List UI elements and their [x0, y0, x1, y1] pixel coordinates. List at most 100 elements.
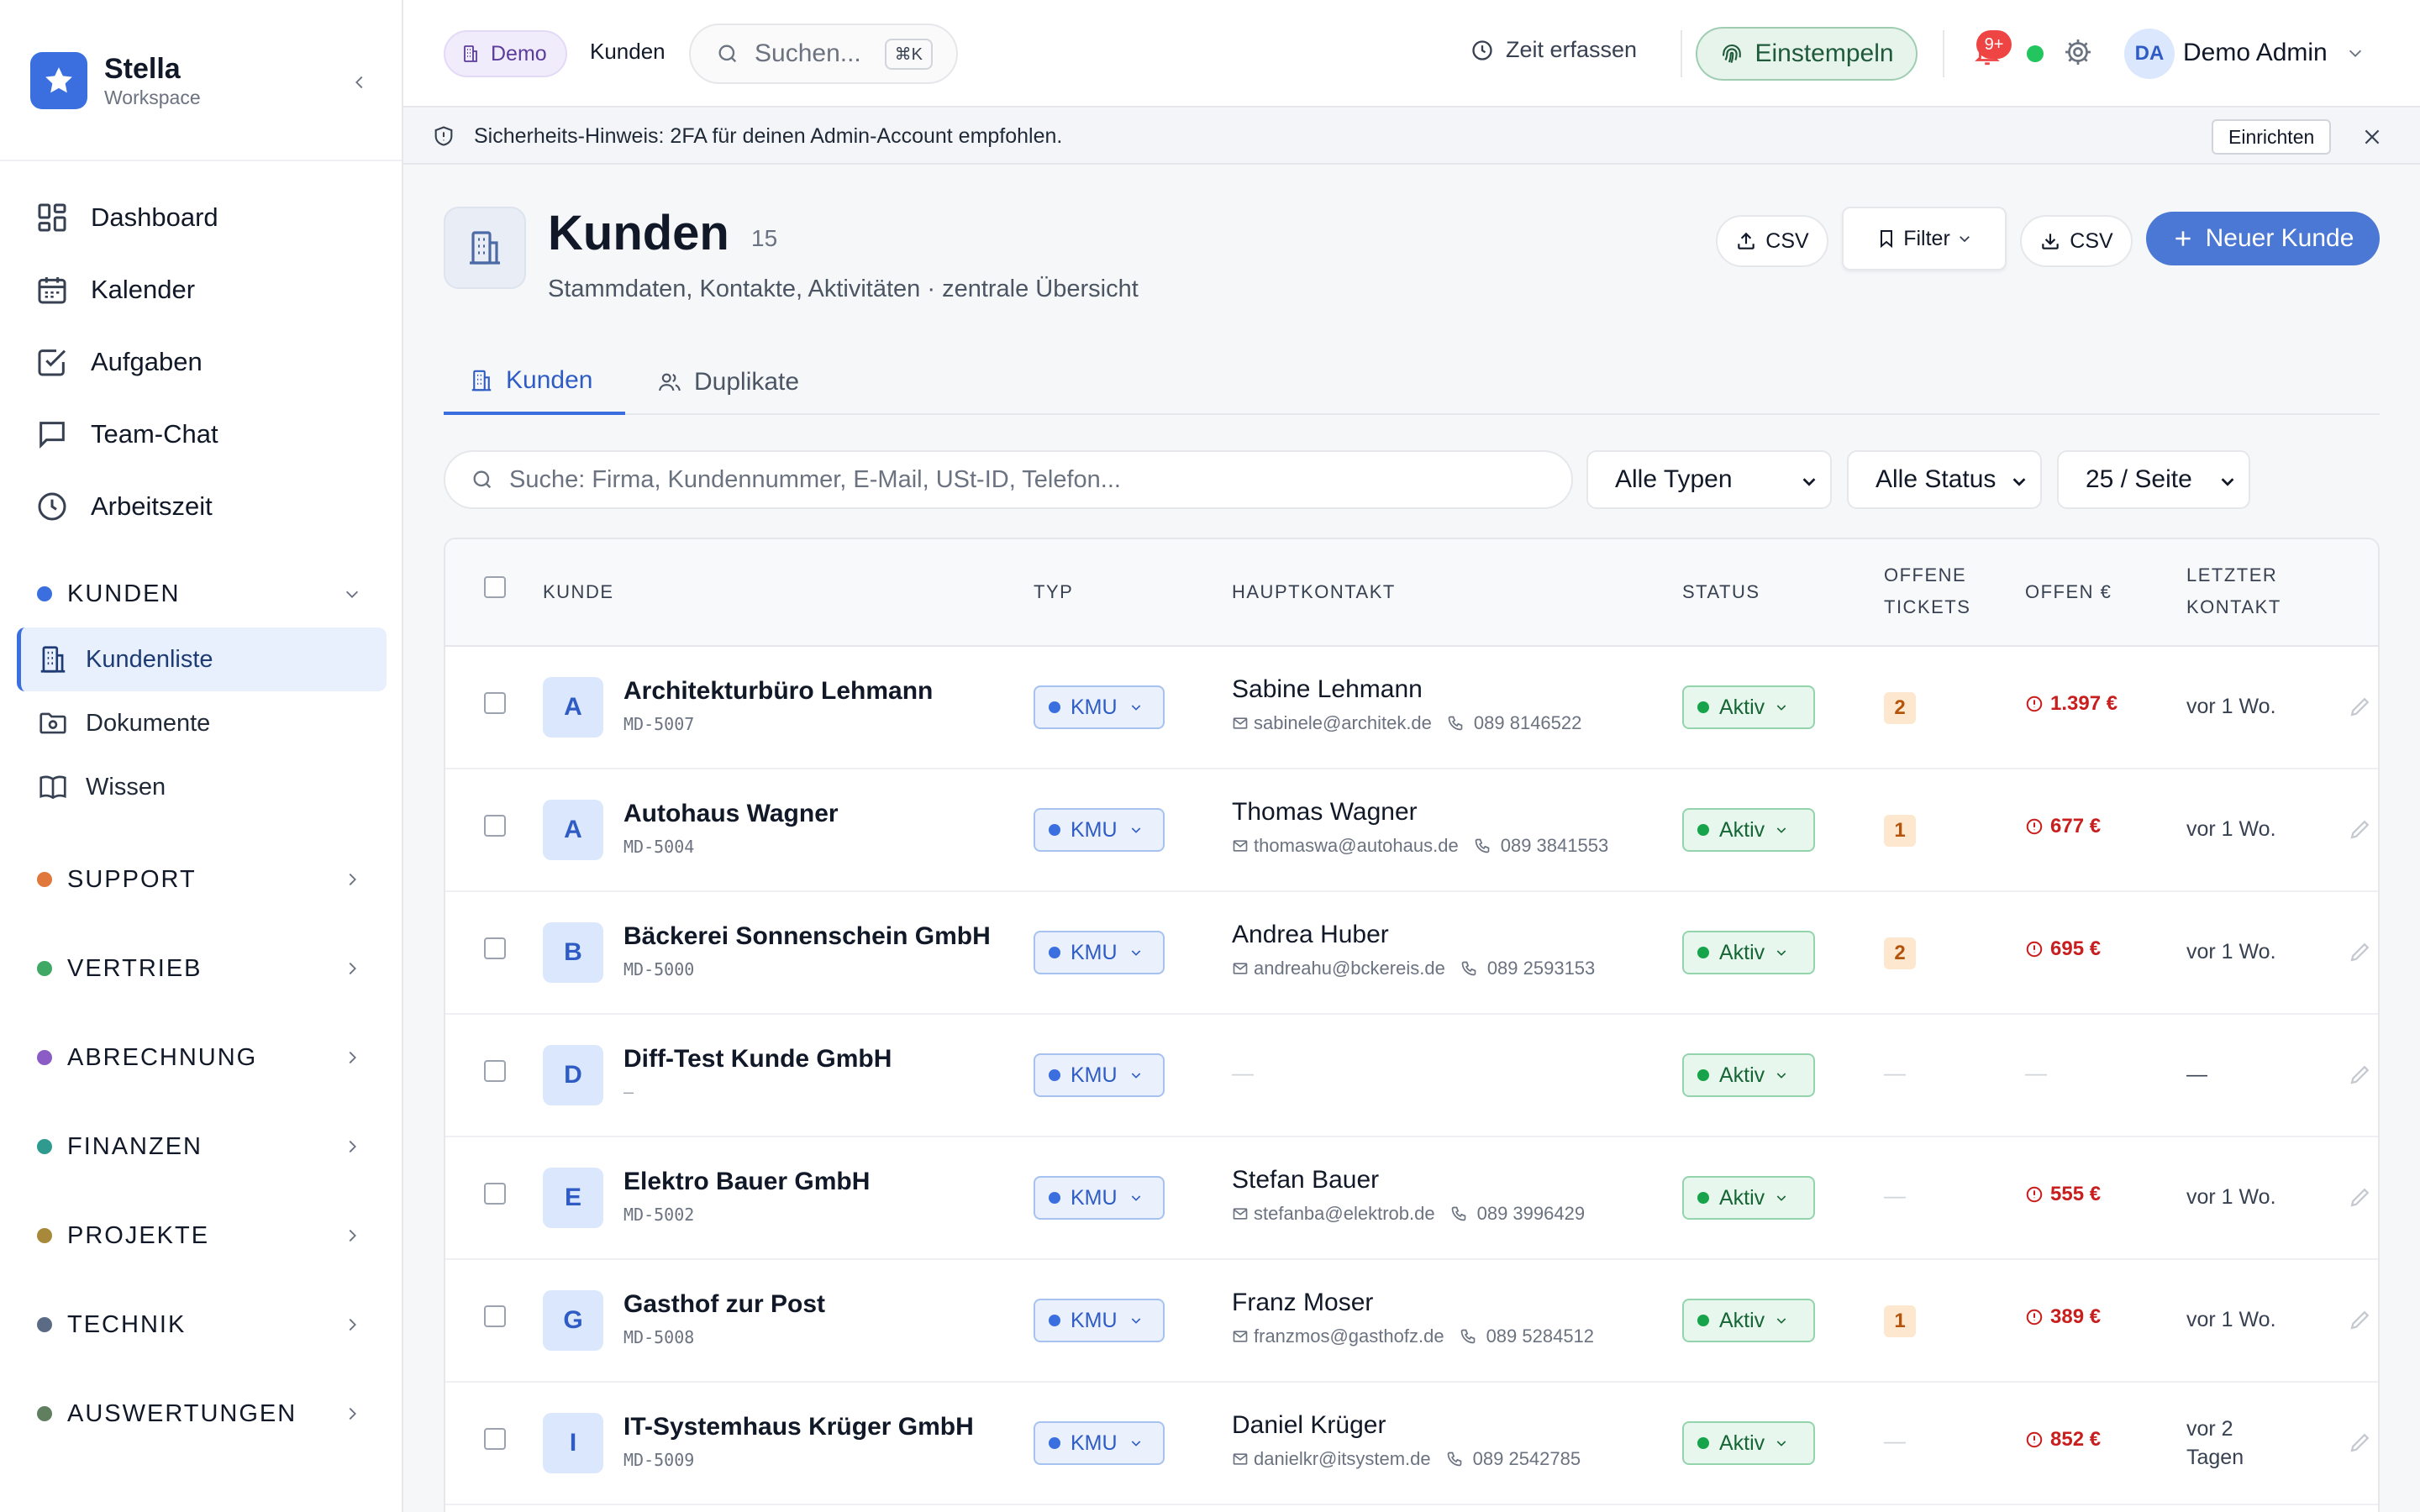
nav-group-header-finanzen[interactable]: FINANZEN	[17, 1121, 387, 1172]
new-customer-button[interactable]: Neuer Kunde	[2146, 212, 2380, 265]
demo-badge[interactable]: Demo	[444, 30, 567, 77]
contact-phone[interactable]: 089 3841553	[1501, 835, 1608, 857]
column-header-typ[interactable]: TYP	[1034, 576, 1073, 608]
contact-email[interactable]: thomaswa@autohaus.de	[1254, 835, 1459, 857]
nav-item-arbeitszeit[interactable]: Arbeitszeit	[17, 470, 387, 543]
contact-phone[interactable]: 089 2542785	[1473, 1448, 1581, 1470]
tab-kunden[interactable]: Kunden	[444, 349, 625, 415]
pencil-icon[interactable]	[2348, 816, 2373, 842]
einstempeln-button[interactable]: Einstempeln	[1696, 27, 1918, 81]
status-dropdown[interactable]: Aktiv	[1682, 808, 1815, 852]
contact-email[interactable]: franzmos@gasthofz.de	[1254, 1326, 1444, 1347]
user-name[interactable]: Demo Admin	[2183, 39, 2328, 67]
contact-phone[interactable]: 089 5284512	[1486, 1326, 1594, 1347]
table-row[interactable]: I IT-Systemhaus Krüger GmbH MD-5009 KMU …	[445, 1383, 2378, 1505]
column-header-status[interactable]: STATUS	[1682, 576, 1760, 608]
gear-icon[interactable]	[2063, 37, 2093, 67]
column-header-letzter-kontakt[interactable]: LETZTER KONTAKT	[2186, 559, 2281, 623]
column-header-kunde[interactable]: KUNDE	[543, 576, 614, 608]
status-dropdown[interactable]: Aktiv	[1682, 1421, 1815, 1465]
select-all-checkbox[interactable]	[484, 576, 506, 598]
sidebar-item-kundenliste[interactable]: Kundenliste	[17, 627, 387, 691]
breadcrumb[interactable]: Kunden	[590, 39, 666, 65]
nav-group-header-abrechnung[interactable]: ABRECHNUNG	[17, 1032, 387, 1083]
pencil-icon[interactable]	[2348, 1062, 2373, 1087]
status-dropdown[interactable]: Aktiv	[1682, 1299, 1815, 1342]
row-checkbox[interactable]	[484, 815, 506, 837]
status-filter-select[interactable]: Alle Status	[1847, 450, 2042, 509]
nav-group-header-technik[interactable]: TECHNIK	[17, 1299, 387, 1350]
contact-email[interactable]: andreahu@bckereis.de	[1254, 958, 1445, 979]
table-row[interactable]: E Elektro Bauer GmbH MD-5002 KMU Stefan …	[445, 1137, 2378, 1260]
filter-button[interactable]: Filter	[1842, 207, 2007, 270]
customer-name[interactable]: Autohaus Wagner	[623, 800, 839, 828]
type-dropdown[interactable]: KMU	[1034, 1176, 1165, 1220]
table-row[interactable]: D Diff-Test Kunde GmbH — KMU — Aktiv — —…	[445, 1015, 2378, 1137]
contact-email[interactable]: sabinele@architek.de	[1254, 712, 1432, 734]
nav-group-header-support[interactable]: SUPPORT	[17, 854, 387, 905]
table-row[interactable]: A Autohaus Wagner MD-5004 KMU Thomas Wag…	[445, 769, 2378, 892]
pencil-icon[interactable]	[2348, 1307, 2373, 1332]
contact-email[interactable]: stefanba@elektrob.de	[1254, 1203, 1435, 1225]
nav-item-dashboard[interactable]: Dashboard	[17, 181, 387, 254]
row-checkbox[interactable]	[484, 1305, 506, 1327]
sidebar-item-wissen[interactable]: Wissen	[17, 755, 387, 819]
type-dropdown[interactable]: KMU	[1034, 685, 1165, 729]
sidebar-item-dokumente[interactable]: Dokumente	[17, 691, 387, 755]
customer-name[interactable]: IT-Systemhaus Krüger GmbH	[623, 1413, 974, 1441]
row-checkbox[interactable]	[484, 937, 506, 959]
collapse-sidebar-button[interactable]	[345, 67, 375, 97]
brand[interactable]: Stella Workspace	[30, 50, 375, 111]
status-dropdown[interactable]: Aktiv	[1682, 931, 1815, 974]
customer-name[interactable]: Bäckerei Sonnenschein GmbH	[623, 922, 991, 951]
status-dropdown[interactable]: Aktiv	[1682, 1053, 1815, 1097]
column-header-offen[interactable]: OFFEN €	[2025, 576, 2112, 608]
contact-phone[interactable]: 089 2593153	[1487, 958, 1595, 979]
pencil-icon[interactable]	[2348, 1184, 2373, 1210]
export-csv-button[interactable]: CSV	[2020, 215, 2133, 267]
column-header-tickets[interactable]: OFFENE TICKETS	[1884, 559, 1970, 623]
row-checkbox[interactable]	[484, 1183, 506, 1205]
type-dropdown[interactable]: KMU	[1034, 1299, 1165, 1342]
customer-name[interactable]: Elektro Bauer GmbH	[623, 1168, 870, 1196]
type-dropdown[interactable]: KMU	[1034, 1053, 1165, 1097]
nav-item-kalender[interactable]: Kalender	[17, 254, 387, 326]
contact-email[interactable]: danielkr@itsystem.de	[1254, 1448, 1431, 1470]
customer-name[interactable]: Gasthof zur Post	[623, 1290, 825, 1319]
tab-duplikate[interactable]: Duplikate	[657, 349, 799, 415]
pencil-icon[interactable]	[2348, 694, 2373, 719]
nav-group-header-auswertungen[interactable]: AUSWERTUNGEN	[17, 1389, 387, 1439]
einrichten-button[interactable]: Einrichten	[2212, 119, 2332, 155]
table-row[interactable]: B Bäckerei Sonnenschein GmbH MD-5000 KMU…	[445, 892, 2378, 1015]
nav-item-team-chat[interactable]: Team-Chat	[17, 398, 387, 470]
status-dropdown[interactable]: Aktiv	[1682, 1176, 1815, 1220]
table-row[interactable]: A Architekturbüro Lehmann MD-5007 KMU Sa…	[445, 647, 2378, 769]
nav-item-aufgaben[interactable]: Aufgaben	[17, 326, 387, 398]
type-dropdown[interactable]: KMU	[1034, 931, 1165, 974]
type-dropdown[interactable]: KMU	[1034, 808, 1165, 852]
chevron-down-icon[interactable]	[2346, 44, 2365, 62]
row-checkbox[interactable]	[484, 1060, 506, 1082]
status-dropdown[interactable]: Aktiv	[1682, 685, 1815, 729]
import-csv-button[interactable]: CSV	[1716, 215, 1828, 267]
pencil-icon[interactable]	[2348, 939, 2373, 964]
row-checkbox[interactable]	[484, 692, 506, 714]
column-header-hauptkontakt[interactable]: HAUPTKONTAKT	[1232, 576, 1396, 608]
contact-phone[interactable]: 089 8146522	[1474, 712, 1581, 734]
nav-group-header-vertrieb[interactable]: VERTRIEB	[17, 943, 387, 994]
close-icon[interactable]	[2361, 126, 2383, 148]
contact-phone[interactable]: 089 3996429	[1477, 1203, 1585, 1225]
customer-name[interactable]: Diff-Test Kunde GmbH	[623, 1045, 892, 1074]
pencil-icon[interactable]	[2348, 1430, 2373, 1455]
nav-group-header-projekte[interactable]: PROJEKTE	[17, 1210, 387, 1261]
row-checkbox[interactable]	[484, 1428, 506, 1450]
page-size-select[interactable]: 25 / Seite	[2057, 450, 2250, 509]
type-filter-select[interactable]: Alle Typen	[1586, 450, 1832, 509]
customer-name[interactable]: Architekturbüro Lehmann	[623, 677, 933, 706]
type-dropdown[interactable]: KMU	[1034, 1421, 1165, 1465]
zeit-erfassen-button[interactable]: Zeit erfassen	[1470, 37, 1637, 63]
table-row[interactable]: G Gasthof zur Post MD-5008 KMU Franz Mos…	[445, 1260, 2378, 1383]
nav-group-header-kunden[interactable]: KUNDEN	[17, 569, 387, 619]
customer-search-input[interactable]: Suche: Firma, Kundennummer, E-Mail, USt-…	[444, 450, 1573, 509]
avatar[interactable]: DA	[2124, 29, 2175, 79]
